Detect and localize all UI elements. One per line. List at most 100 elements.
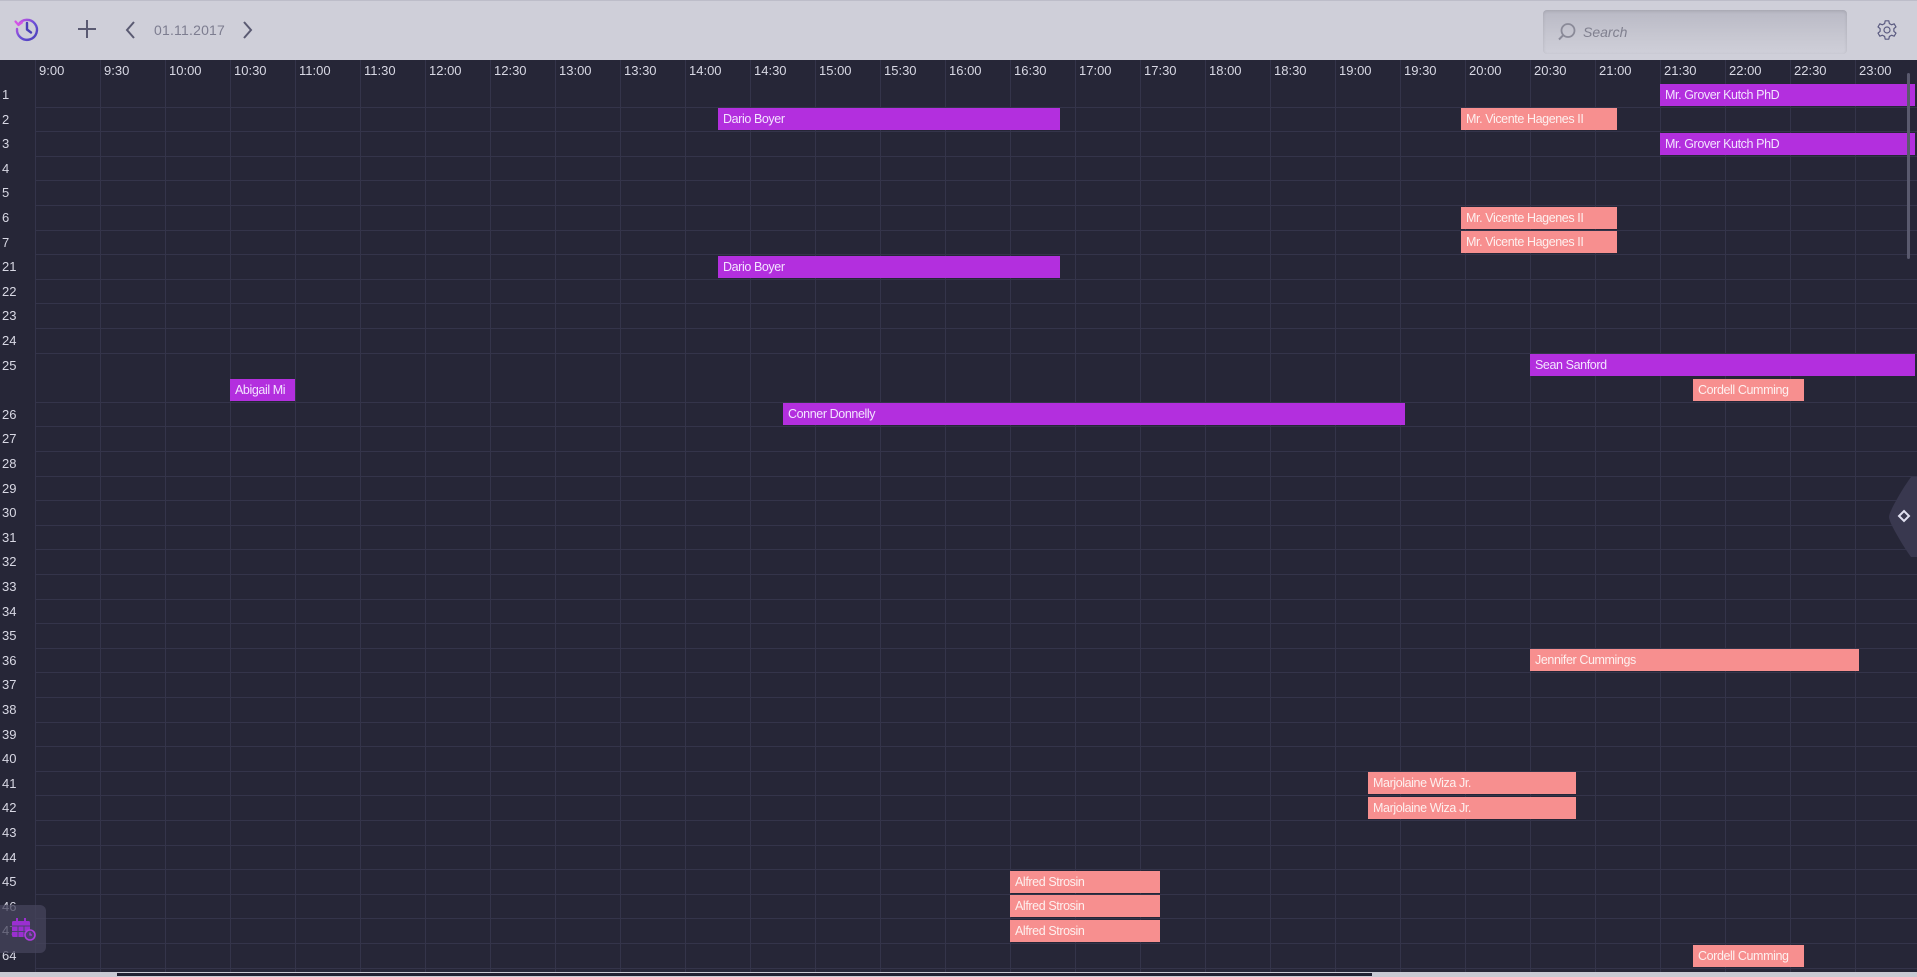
resource-label: 44 [2, 849, 17, 865]
grid-row-line [35, 525, 1917, 526]
time-slot-label: 19:00 [1339, 63, 1372, 78]
time-slot-label: 12:30 [494, 63, 527, 78]
grid-row-line [35, 254, 1917, 255]
event-bar[interactable]: Sean Sanford [1530, 354, 1915, 376]
settings-button[interactable] [1874, 17, 1900, 43]
resource-label: 24 [2, 333, 17, 348]
resource-label: 23 [2, 308, 17, 324]
resource-label: 21 [2, 259, 17, 275]
grid-column-line [1140, 60, 1141, 972]
event-bar[interactable]: Marjolaine Wiza Jr. [1368, 797, 1576, 819]
time-axis-header: 9:00 9:30 10:00 10:30 11:00 11:30 12:00 12:30 13… [0, 60, 1917, 82]
resource-label: 43 [2, 825, 17, 840]
chevron-left-icon [125, 21, 135, 39]
event-bar[interactable]: Dario Boyer [718, 256, 1060, 278]
grid-row-line [35, 968, 1917, 969]
resource-label: 42 [2, 800, 17, 816]
vertical-scrollbar[interactable] [1907, 73, 1910, 259]
event-bar[interactable]: Abigail Mi [230, 379, 295, 401]
grid-row-line [35, 180, 1917, 181]
grid-row-line [35, 476, 1917, 477]
calendar-view-button[interactable] [0, 905, 46, 953]
resource-label: 37 [2, 677, 17, 693]
grid-row-line [35, 328, 1917, 329]
event-bar[interactable]: Mr. Grover Kutch PhD [1660, 133, 1915, 155]
time-slot-label: 20:00 [1469, 63, 1502, 78]
grid-row-line [35, 943, 1917, 944]
time-slot-label: 9:00 [39, 63, 65, 78]
event-bar[interactable]: Dario Boyer [718, 108, 1060, 130]
event-bar[interactable]: Alfred Strosin [1010, 895, 1160, 917]
resource-label: 27 [2, 431, 17, 447]
grid-column-line [1855, 60, 1856, 972]
grid-column-line [1075, 60, 1076, 972]
event-bar[interactable]: Marjolaine Wiza Jr. [1368, 772, 1576, 794]
time-slot-label: 20:30 [1534, 63, 1567, 78]
horizontal-scrollbar-thumb[interactable] [117, 973, 1372, 976]
resource-label: 39 [2, 726, 17, 742]
history-icon[interactable] [12, 14, 42, 44]
grid-row-line [35, 205, 1917, 206]
search-icon [1558, 23, 1576, 41]
event-bar[interactable]: Mr. Vicente Hagenes II [1461, 207, 1617, 229]
side-panel-toggle[interactable] [1883, 477, 1917, 557]
add-button[interactable] [73, 15, 101, 43]
time-slot-label: 19:30 [1404, 63, 1437, 78]
previous-date-button[interactable] [120, 17, 140, 43]
time-slot-label: 15:00 [819, 63, 852, 78]
time-slot-label: 15:30 [884, 63, 917, 78]
resource-label: 4 [2, 160, 10, 176]
grid-row-line [35, 672, 1917, 673]
grid-column-line [165, 60, 166, 972]
resource-label: 41 [2, 775, 17, 791]
grid-column-line [1205, 60, 1206, 972]
grid-row-line [35, 820, 1917, 821]
resource-label: 22 [2, 283, 17, 299]
event-bar[interactable]: Cordell Cumming [1693, 379, 1804, 401]
resource-label: 7 [2, 234, 10, 250]
grid-row-line [35, 156, 1917, 157]
event-bar[interactable]: Jennifer Cummings [1530, 649, 1859, 671]
resource-label: 5 [2, 185, 10, 201]
resource-label: 33 [2, 579, 17, 594]
event-bar[interactable]: Alfred Strosin [1010, 920, 1160, 942]
grid-row-line [35, 451, 1917, 452]
scheduler-timeline: 9:00 9:30 10:00 10:30 11:00 11:30 12:00 12:30 13… [0, 60, 1917, 972]
event-bar[interactable]: Mr. Vicente Hagenes II [1461, 108, 1617, 130]
grid-row-line [35, 771, 1917, 772]
resource-label: 30 [2, 505, 17, 521]
resource-label: 1 [2, 87, 10, 102]
event-bar[interactable]: Conner Donnelly [783, 403, 1405, 425]
time-slot-label: 13:00 [559, 63, 592, 78]
resource-label: 28 [2, 456, 17, 471]
grid-row-line [35, 894, 1917, 895]
next-date-button[interactable] [238, 17, 258, 43]
grid-row-line [35, 623, 1917, 624]
grid-column-line [685, 60, 686, 972]
gear-icon [1877, 20, 1897, 40]
resource-label: 6 [2, 210, 10, 225]
time-slot-label: 14:30 [754, 63, 787, 78]
event-bar[interactable]: Mr. Grover Kutch PhD [1660, 84, 1915, 106]
grid-row-line [35, 279, 1917, 280]
search-input[interactable] [1583, 20, 1833, 44]
grid-column-line [945, 60, 946, 972]
event-bar[interactable]: Alfred Strosin [1010, 871, 1160, 893]
chevron-right-icon [243, 21, 253, 39]
grid-column-line [1790, 60, 1791, 972]
grid-column-line [100, 60, 101, 972]
resource-label: 3 [2, 136, 10, 152]
event-bar[interactable]: Mr. Vicente Hagenes II [1461, 231, 1617, 253]
grid-column-line [1335, 60, 1336, 972]
current-date[interactable]: 01.11.2017 [154, 22, 225, 38]
time-slot-label: 10:30 [234, 63, 267, 78]
resource-label: 45 [2, 874, 17, 890]
resource-label: 32 [2, 554, 17, 570]
grid-column-line [1595, 60, 1596, 972]
grid-column-line [555, 60, 556, 972]
time-slot-label: 17:30 [1144, 63, 1177, 78]
event-bar[interactable]: Cordell Cumming [1693, 945, 1804, 967]
resource-label: 26 [2, 406, 17, 422]
grid-row-line [35, 131, 1917, 132]
grid-row-line [35, 845, 1917, 846]
